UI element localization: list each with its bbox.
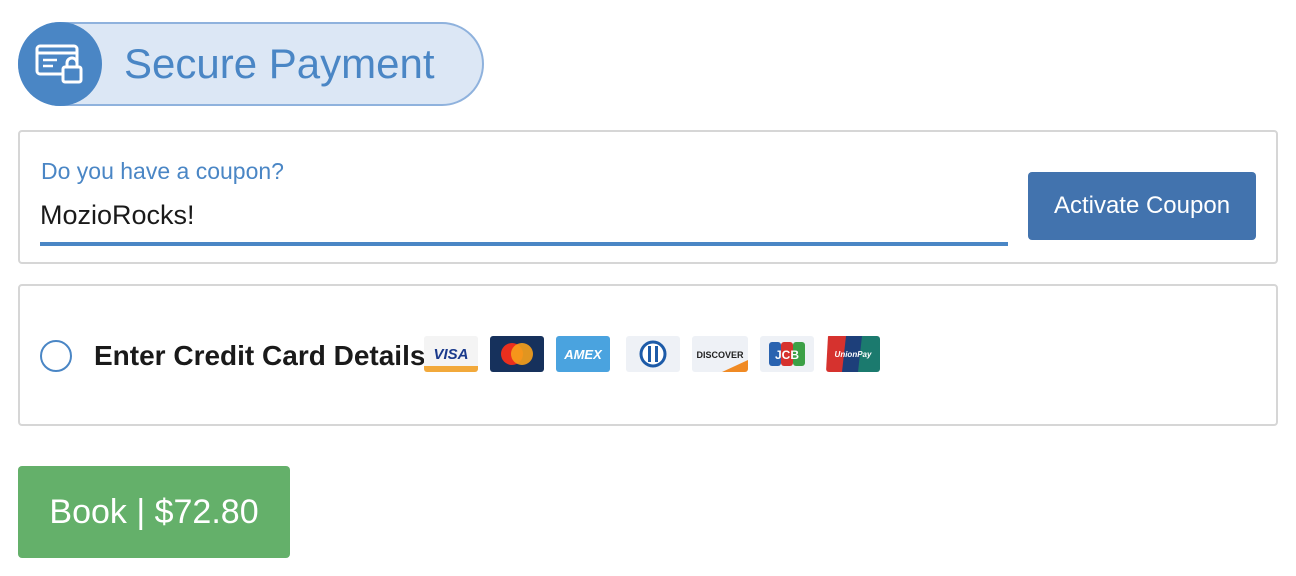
jcb-text: JCB [775, 348, 799, 362]
book-button[interactable]: Book | $72.80 [18, 466, 290, 558]
secure-payment-header: Secure Payment [18, 22, 484, 106]
visa-text: VISA [433, 346, 468, 363]
coupon-input[interactable] [40, 188, 1008, 246]
unionpay-icon: UnionPay [826, 336, 880, 372]
credit-card-option-label[interactable]: Enter Credit Card Details [94, 340, 425, 372]
diners-club-icon [626, 336, 680, 372]
activate-coupon-button[interactable]: Activate Coupon [1028, 172, 1256, 240]
credit-card-section: Enter Credit Card Details VISA AMEX DISC… [18, 284, 1278, 426]
amex-icon: AMEX [556, 336, 610, 372]
coupon-label: Do you have a coupon? [41, 158, 284, 184]
visa-icon: VISA [424, 336, 478, 372]
mastercard-icon [490, 336, 544, 372]
discover-text: DISCOVER [696, 350, 744, 360]
unionpay-text: UnionPay [835, 350, 872, 359]
amex-text: AMEX [563, 347, 603, 362]
coupon-section: Do you have a coupon? Activate Coupon [18, 130, 1278, 264]
discover-icon: DISCOVER [692, 336, 748, 372]
credit-card-radio[interactable] [40, 340, 72, 372]
credit-card-lock-icon [18, 22, 102, 106]
jcb-icon: JCB [760, 336, 814, 372]
page-title: Secure Payment [124, 40, 435, 87]
